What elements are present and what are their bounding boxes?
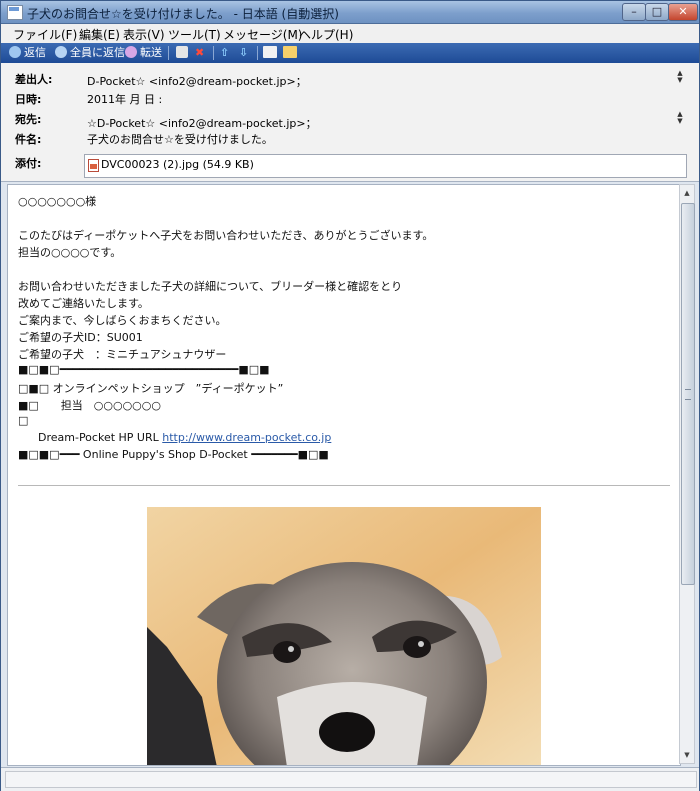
from-value[interactable]: D-Pocket☆ <info2@dream-pocket.jp>； bbox=[87, 73, 307, 89]
jpg-file-icon bbox=[88, 159, 99, 172]
minimize-button[interactable]: – bbox=[622, 3, 646, 21]
toolbar-separator bbox=[257, 46, 258, 60]
body-line: ご希望の子犬 ：ミニチュアシュナウザー bbox=[18, 348, 227, 361]
mail-window: 子犬のお問合せ☆を受け付けました。 - 日本語 (自動選択) – □ ✕ ファイ… bbox=[0, 0, 700, 791]
grip-icon bbox=[685, 389, 691, 400]
body-line: ご案内まで、今しばらくおまちください。 bbox=[18, 314, 227, 327]
mail-folder-button[interactable] bbox=[283, 45, 300, 61]
menu-edit[interactable]: 編集(E) bbox=[79, 26, 120, 43]
menu-bar: ファイル(F) 編集(E) 表示(V) ツール(T) メッセージ(M) ヘルプ(… bbox=[1, 24, 699, 43]
forward-label: 転送 bbox=[140, 46, 162, 59]
status-panel bbox=[5, 771, 697, 788]
message-body: ○○○○○○○様 このたびはディーポケットへ子犬をお問い合わせいただき、ありがと… bbox=[7, 184, 681, 766]
homepage-link[interactable]: http://www.dream-pocket.co.jp bbox=[162, 431, 331, 444]
attachment-box: DVC00023 (2).jpg (54.9 KB) bbox=[84, 154, 687, 178]
signature-line: ■□■□━━━━━━━━━━━━━━━━━━━━━━━━━━━■□■ bbox=[18, 363, 270, 376]
date-value: 2011年 月 日 : bbox=[87, 93, 163, 106]
reply-all-label: 全員に返信 bbox=[70, 46, 125, 59]
reply-all-button[interactable]: 全員に返信 bbox=[55, 45, 125, 61]
dog-photo bbox=[147, 507, 541, 765]
scroll-up-icon[interactable]: ▲ bbox=[681, 187, 693, 199]
forward-button[interactable]: 転送 bbox=[125, 45, 162, 61]
body-line: 担当の○○○○です。 bbox=[18, 246, 122, 259]
subject-label: 件名: bbox=[15, 133, 42, 146]
status-bar bbox=[1, 767, 699, 791]
reply-all-icon bbox=[55, 46, 67, 58]
from-label: 差出人: bbox=[15, 73, 53, 86]
menu-tools[interactable]: ツール(T) bbox=[168, 26, 221, 43]
vertical-scrollbar[interactable]: ▲ ▼ bbox=[679, 184, 695, 764]
attached-photo bbox=[147, 507, 541, 765]
maximize-button[interactable]: □ bbox=[645, 3, 669, 21]
delete-icon: ✖ bbox=[195, 46, 205, 59]
close-button[interactable]: ✕ bbox=[668, 3, 698, 21]
previous-button[interactable]: ⇧ bbox=[220, 45, 229, 61]
body-line: お問い合わせいただきました子犬の詳細について、ブリーダー様と確認をとり bbox=[18, 280, 403, 293]
to-label: 宛先: bbox=[15, 113, 42, 126]
down-arrow-icon: ⇩ bbox=[239, 46, 249, 59]
window-title: 子犬のお問合せ☆を受け付けました。 - 日本語 (自動選択) bbox=[27, 7, 339, 21]
toolbar-separator bbox=[168, 46, 169, 60]
to-value[interactable]: ☆D-Pocket☆ <info2@dream-pocket.jp>； bbox=[87, 115, 317, 131]
next-button[interactable]: ⇩ bbox=[239, 45, 248, 61]
divider bbox=[18, 485, 670, 486]
greeting: ○○○○○○○様 bbox=[18, 195, 97, 208]
toolbar: 返信 全員に返信 転送 ✖ ⇧ ⇩ bbox=[1, 43, 699, 63]
folder-icon bbox=[283, 46, 297, 58]
attachment-label: 添付: bbox=[15, 157, 42, 170]
print-icon bbox=[176, 46, 188, 58]
signature-line: ■□ 担当 ○○○○○○○ bbox=[18, 399, 161, 412]
scroll-thumb[interactable] bbox=[681, 203, 695, 585]
reply-label: 返信 bbox=[24, 46, 46, 59]
print-button[interactable] bbox=[176, 45, 191, 61]
mail-icon bbox=[7, 5, 23, 20]
from-scroll-arrows[interactable]: ▲ ▼ bbox=[675, 70, 685, 84]
body-line: ご希望の子犬ID：SU001 bbox=[18, 331, 143, 344]
reply-button[interactable]: 返信 bbox=[9, 45, 46, 61]
signature-line: □ bbox=[18, 414, 29, 427]
scroll-down-icon[interactable]: ▼ bbox=[681, 749, 693, 761]
forward-icon bbox=[125, 46, 137, 58]
url-label: Dream-Pocket HP URL bbox=[38, 431, 163, 444]
up-arrow-icon: ⇧ bbox=[220, 46, 230, 59]
to-scroll-arrows[interactable]: ▲ ▼ bbox=[675, 111, 685, 125]
reply-icon bbox=[9, 46, 21, 58]
title-bar: 子犬のお問合せ☆を受け付けました。 - 日本語 (自動選択) – □ ✕ bbox=[1, 1, 699, 24]
menu-file[interactable]: ファイル(F) bbox=[13, 26, 77, 43]
signature-line: ■□■□━━━ Online Puppy's Shop D-Pocket ━━━… bbox=[18, 448, 329, 461]
signature-url-line: Dream-Pocket HP URL http://www.dream-poc… bbox=[38, 431, 331, 444]
menu-help[interactable]: ヘルプ(H) bbox=[299, 26, 353, 43]
menu-view[interactable]: 表示(V) bbox=[123, 26, 165, 43]
address-book-button[interactable] bbox=[263, 45, 280, 61]
signature-line: □■□ オンラインペットショップ ”ディーポケット” bbox=[18, 382, 284, 395]
body-line: 改めてご連絡いたします。 bbox=[18, 297, 149, 310]
subject-value: 子犬のお問合せ☆を受け付けました。 bbox=[87, 133, 273, 146]
body-line: このたびはディーポケットへ子犬をお問い合わせいただき、ありがとうございます。 bbox=[18, 229, 434, 242]
menu-message[interactable]: メッセージ(M) bbox=[223, 26, 302, 43]
attachment-file[interactable]: DVC00023 (2).jpg (54.9 KB) bbox=[101, 158, 254, 171]
date-label: 日時: bbox=[15, 93, 42, 106]
address-book-icon bbox=[263, 46, 277, 58]
toolbar-separator bbox=[213, 46, 214, 60]
delete-button[interactable]: ✖ bbox=[195, 45, 204, 61]
